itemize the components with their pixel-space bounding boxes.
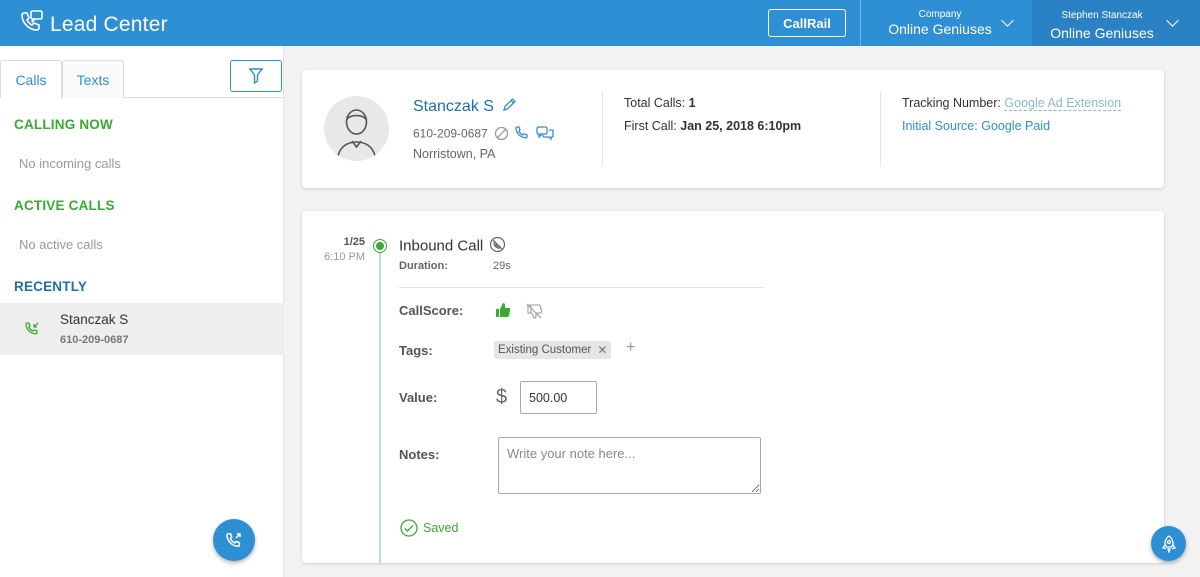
notes-label: Notes:	[399, 447, 440, 462]
filter-icon	[249, 68, 263, 84]
call-title: Inbound Call	[399, 236, 506, 257]
total-calls: Total Calls: 1	[624, 96, 696, 110]
tab-underline	[124, 97, 284, 98]
user-menu[interactable]: Stephen Stanczak Online Geniuses	[1032, 0, 1200, 46]
check-circle-icon	[400, 519, 418, 537]
tab-texts[interactable]: Texts	[62, 60, 124, 98]
duration-value: 29s	[493, 260, 511, 272]
value-input[interactable]	[520, 381, 597, 414]
sidebar: Calls Texts CALLING NOW No incoming call…	[0, 46, 284, 577]
recent-contact-name: Stanczak S	[60, 312, 129, 327]
value-label: Value:	[399, 390, 438, 405]
tag-chip: Existing Customer ✕	[494, 341, 612, 359]
saved-status: Saved	[400, 519, 458, 537]
company-label: Company	[918, 9, 962, 20]
filter-button[interactable]	[230, 60, 282, 92]
add-tag-icon[interactable]: +	[626, 339, 635, 357]
recent-contact-phone: 610-209-0687	[60, 334, 129, 346]
timeline-line	[379, 247, 381, 563]
card-divider	[602, 92, 603, 166]
launch-button[interactable]	[1151, 526, 1186, 561]
contact-card: Stanczak S 610-209-0687 Norristown, PA T…	[302, 70, 1164, 188]
calling-now-title: CALLING NOW	[14, 117, 113, 132]
call-date: 1/25	[343, 236, 365, 248]
call-detail-card: 1/25 6:10 PM Inbound Call Duration: 29s …	[302, 211, 1164, 563]
notes-textarea[interactable]	[498, 437, 761, 494]
callrail-button[interactable]: CallRail	[768, 9, 846, 37]
brand[interactable]: Lead Center	[18, 9, 168, 40]
thumbs-up-icon[interactable]	[494, 301, 512, 324]
remove-tag-icon[interactable]: ✕	[597, 343, 607, 357]
brand-title: Lead Center	[50, 12, 168, 36]
tab-calls[interactable]: Calls	[0, 60, 62, 98]
top-bar: Lead Center CallRail Company Online Geni…	[0, 0, 1200, 46]
lead-center-logo-icon	[18, 9, 44, 40]
tracking-number-link[interactable]: Google Ad Extension	[1004, 96, 1122, 111]
company-switcher[interactable]: Company Online Geniuses	[861, 0, 1032, 46]
contact-location: Norristown, PA	[413, 147, 496, 161]
tracking-number: Tracking Number: Google Ad Extension	[902, 96, 1122, 111]
initial-source: Initial Source: Google Paid	[902, 119, 1050, 133]
total-calls-value: 1	[688, 96, 696, 110]
list-item[interactable]: Stanczak S 610-209-0687	[0, 303, 284, 355]
user-name: Stephen Stanczak	[1061, 10, 1143, 21]
duration-label: Duration:	[399, 260, 448, 272]
tracking-number-label: Tracking Number:	[902, 96, 1001, 110]
contact-phone-row: 610-209-0687	[413, 125, 554, 144]
recently-title: RECENTLY	[14, 279, 88, 294]
callscore-label: CallScore:	[399, 303, 464, 318]
contact-name: Stanczak S	[413, 97, 517, 117]
contact-name-text: Stanczak S	[413, 98, 494, 116]
outgoing-call-icon	[226, 533, 241, 547]
call-title-text: Inbound Call	[399, 237, 484, 255]
no-recording-icon	[489, 236, 506, 257]
rocket-icon	[1161, 534, 1176, 553]
first-call: First Call: Jan 25, 2018 6:10pm	[624, 119, 801, 133]
active-calls-title: ACTIVE CALLS	[14, 198, 115, 213]
dialer-button[interactable]	[213, 519, 255, 561]
contact-phone: 610-209-0687	[413, 126, 488, 141]
card-divider	[880, 92, 881, 166]
user-avatar-icon	[337, 109, 376, 157]
user-company: Online Geniuses	[1050, 25, 1154, 41]
initial-source-label: Initial Source:	[902, 119, 978, 133]
avatar	[324, 96, 389, 161]
tag-label: Existing Customer	[498, 344, 592, 356]
section-divider	[399, 287, 764, 288]
first-call-value: Jan 25, 2018 6:10pm	[680, 119, 802, 133]
total-calls-label: Total Calls:	[624, 96, 686, 110]
timeline-dot	[374, 240, 386, 252]
initial-source-link[interactable]: Google Paid	[981, 119, 1050, 133]
first-call-label: First Call:	[624, 119, 677, 133]
saved-label: Saved	[423, 521, 459, 535]
thumbs-down-muted-icon[interactable]	[525, 302, 543, 325]
active-calls-empty: No active calls	[19, 237, 103, 252]
block-number-icon[interactable]	[494, 126, 509, 144]
tags-label: Tags:	[399, 343, 433, 358]
calling-now-empty: No incoming calls	[19, 156, 121, 171]
company-name: Online Geniuses	[888, 21, 992, 37]
call-contact-icon[interactable]	[514, 125, 530, 144]
currency-symbol: $	[496, 386, 508, 408]
call-time: 6:10 PM	[324, 251, 365, 263]
text-contact-icon[interactable]	[536, 125, 554, 144]
edit-pencil-icon[interactable]	[502, 97, 517, 117]
scrollbar[interactable]	[1184, 46, 1200, 577]
incoming-call-icon	[24, 321, 40, 342]
